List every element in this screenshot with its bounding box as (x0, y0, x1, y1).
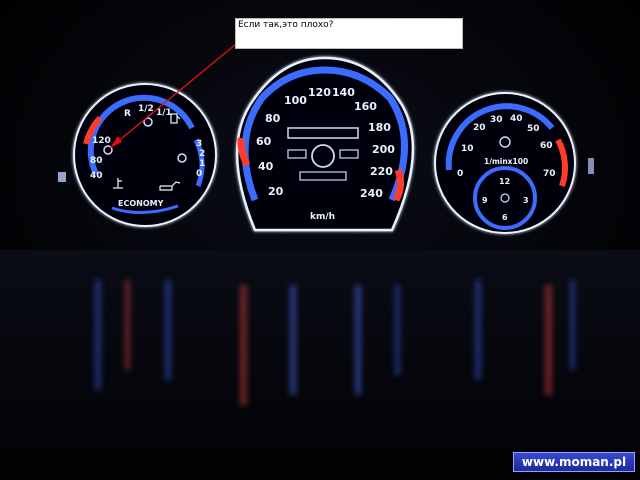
oil-label-3: 3 (196, 139, 202, 149)
tachometer: 0 10 20 30 40 50 60 70 1/minx100 12 3 6 … (434, 92, 576, 234)
speed-label-220: 220 (370, 165, 393, 178)
left-light-spot (58, 172, 66, 182)
oil-label-1: 1 (199, 159, 205, 169)
speed-label-240: 240 (360, 187, 383, 200)
speed-label-140: 140 (332, 86, 355, 99)
rpm-label-60: 60 (540, 141, 553, 151)
right-light-spot (588, 158, 594, 174)
watermark-badge: www.moman.pl (513, 452, 635, 472)
rpm-label-30: 30 (490, 115, 503, 125)
fuel-label-half: 1/2 (138, 104, 154, 114)
rpm-label-10: 10 (461, 144, 474, 154)
rpm-label-40: 40 (510, 114, 523, 124)
rpm-label-70: 70 (543, 169, 556, 179)
fuel-label-full: 1/1 (156, 108, 172, 118)
temp-label-120: 120 (92, 136, 111, 146)
speed-label-60: 60 (256, 135, 272, 148)
speed-label-160: 160 (354, 100, 377, 113)
speed-label-40: 40 (258, 160, 274, 173)
dashboard-photo: 40 80 120 R 1/2 1/1 0 1 2 3 ECONOMY 20 4… (0, 0, 640, 480)
speed-label-200: 200 (372, 143, 395, 156)
temp-label-80: 80 (90, 156, 103, 166)
speed-label-20: 20 (268, 185, 284, 198)
clock-label-3: 3 (523, 196, 529, 205)
economy-label: ECONOMY (118, 199, 164, 208)
oil-label-0: 0 (196, 169, 202, 179)
speed-unit: km/h (310, 212, 335, 222)
left-gauge: 40 80 120 R 1/2 1/1 0 1 2 3 ECONOMY (73, 83, 217, 227)
annotation-callout-text: Если так,это плохо? (238, 20, 334, 30)
clock-label-6: 6 (502, 213, 508, 222)
rpm-label-50: 50 (527, 124, 540, 134)
speed-label-100: 100 (284, 94, 307, 107)
rpm-label-20: 20 (473, 123, 486, 133)
fuel-label-r: R (124, 109, 131, 119)
rpm-label-0: 0 (457, 169, 463, 179)
annotation-callout: Если так,это плохо? (235, 18, 463, 49)
watermark-text: www.moman.pl (521, 455, 627, 469)
oil-label-2: 2 (199, 149, 205, 159)
speed-label-80: 80 (265, 112, 281, 125)
speed-label-120: 120 (308, 86, 331, 99)
rpm-unit: 1/minx100 (484, 157, 528, 166)
speed-label-180: 180 (368, 121, 391, 134)
temp-label-40: 40 (90, 171, 103, 181)
clock-label-9: 9 (482, 196, 488, 205)
clock-label-12: 12 (499, 177, 510, 186)
